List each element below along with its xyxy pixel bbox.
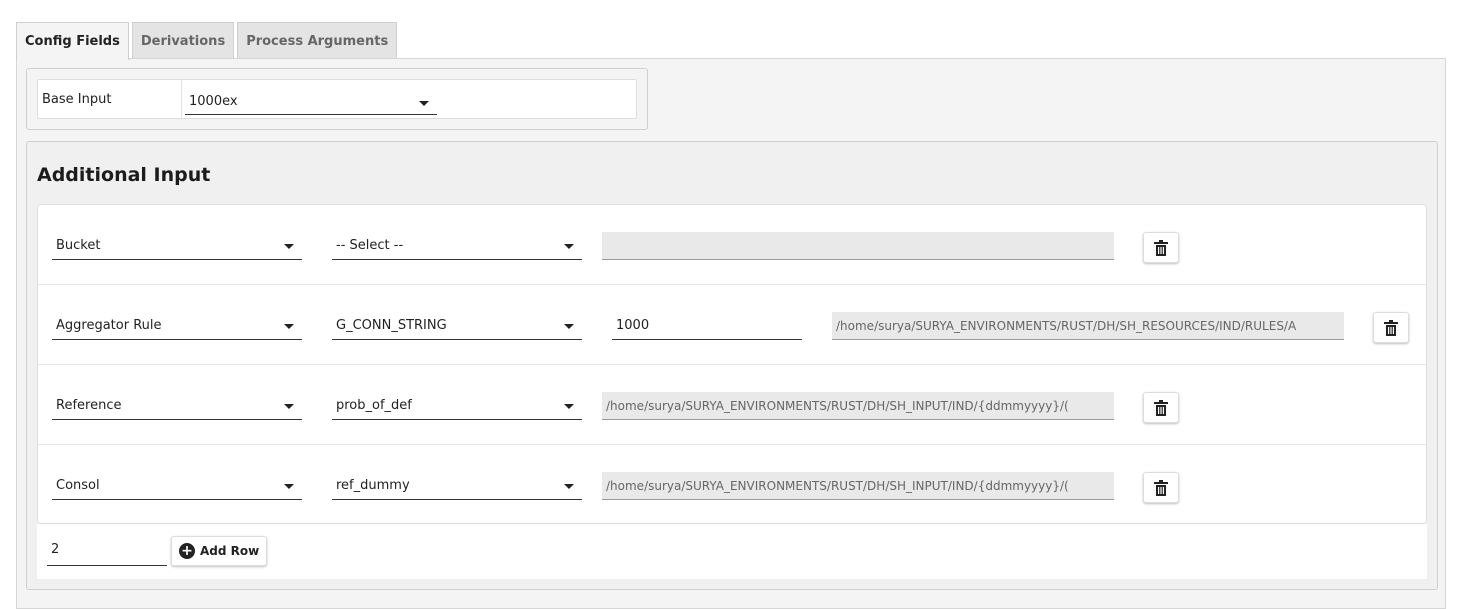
trash-icon bbox=[1154, 399, 1168, 416]
row-count-input[interactable]: 2 bbox=[47, 534, 167, 566]
delete-row-button[interactable] bbox=[1373, 312, 1409, 343]
section-title: Additional Input bbox=[37, 164, 211, 186]
row-type-value: Bucket bbox=[56, 238, 101, 253]
trash-icon bbox=[1154, 239, 1168, 256]
row-type-value: Reference bbox=[56, 398, 122, 413]
trash-icon bbox=[1384, 319, 1398, 336]
row-type-select[interactable]: Reference bbox=[52, 392, 302, 420]
tab-process-arguments[interactable]: Process Arguments bbox=[237, 22, 398, 59]
row-source-value: G_CONN_STRING bbox=[336, 318, 447, 333]
caret-down-icon bbox=[419, 101, 429, 106]
row-type-select[interactable]: Bucket bbox=[52, 232, 302, 260]
base-input-select[interactable]: 1000ex bbox=[185, 89, 437, 115]
divider bbox=[181, 80, 182, 120]
row-source-select[interactable]: prob_of_def bbox=[332, 392, 582, 420]
add-row-button[interactable]: + Add Row bbox=[171, 536, 268, 566]
tab-bar: Config Fields Derivations Process Argume… bbox=[16, 22, 400, 60]
add-row-bar: 2 + Add Row bbox=[37, 524, 1427, 579]
config-fields-panel: Base Input 1000ex Additional Input Bucke… bbox=[16, 58, 1446, 609]
input-row: Aggregator Rule G_CONN_STRING 1000 /home… bbox=[38, 285, 1426, 365]
base-input-label: Base Input bbox=[42, 92, 112, 107]
row-source-value: -- Select -- bbox=[336, 238, 404, 253]
caret-down-icon bbox=[564, 324, 574, 329]
caret-down-icon bbox=[284, 484, 294, 489]
base-input-row: Base Input 1000ex bbox=[37, 79, 637, 120]
input-row: Reference prob_of_def /home/surya/SURYA_… bbox=[38, 365, 1426, 445]
tab-config-fields[interactable]: Config Fields bbox=[16, 22, 129, 60]
row-value-input[interactable]: 1000 bbox=[612, 312, 802, 340]
delete-row-button[interactable] bbox=[1143, 232, 1179, 263]
caret-down-icon bbox=[564, 484, 574, 489]
row-type-value: Aggregator Rule bbox=[56, 318, 162, 333]
row-path-field[interactable]: /home/surya/SURYA_ENVIRONMENTS/RUST/DH/S… bbox=[832, 312, 1344, 340]
caret-down-icon bbox=[284, 244, 294, 249]
row-source-select[interactable]: G_CONN_STRING bbox=[332, 312, 582, 340]
row-source-select[interactable]: -- Select -- bbox=[332, 232, 582, 260]
delete-row-button[interactable] bbox=[1143, 392, 1179, 423]
caret-down-icon bbox=[284, 324, 294, 329]
caret-down-icon bbox=[564, 244, 574, 249]
input-row: Bucket -- Select -- bbox=[38, 205, 1426, 285]
row-source-value: prob_of_def bbox=[336, 398, 412, 413]
add-row-label: Add Row bbox=[200, 544, 260, 558]
additional-input-section: Additional Input Bucket -- Select -- Agg… bbox=[26, 141, 1438, 590]
row-type-value: Consol bbox=[56, 478, 100, 493]
caret-down-icon bbox=[284, 404, 294, 409]
delete-row-button[interactable] bbox=[1143, 472, 1179, 503]
caret-down-icon bbox=[564, 404, 574, 409]
input-rows-list: Bucket -- Select -- Aggregator Rule G_CO… bbox=[37, 204, 1427, 524]
row-path-field[interactable]: /home/surya/SURYA_ENVIRONMENTS/RUST/DH/S… bbox=[602, 472, 1114, 500]
trash-icon bbox=[1154, 479, 1168, 496]
row-type-select[interactable]: Aggregator Rule bbox=[52, 312, 302, 340]
row-path-field[interactable]: /home/surya/SURYA_ENVIRONMENTS/RUST/DH/S… bbox=[602, 392, 1114, 420]
row-path-field[interactable] bbox=[602, 232, 1114, 260]
plus-circle-icon: + bbox=[179, 543, 195, 559]
row-source-value: ref_dummy bbox=[336, 478, 410, 493]
input-row: Consol ref_dummy /home/surya/SURYA_ENVIR… bbox=[38, 445, 1426, 525]
row-source-select[interactable]: ref_dummy bbox=[332, 472, 582, 500]
tab-derivations[interactable]: Derivations bbox=[131, 22, 235, 59]
base-input-value: 1000ex bbox=[189, 94, 238, 109]
base-input-group: Base Input 1000ex bbox=[26, 68, 648, 130]
row-type-select[interactable]: Consol bbox=[52, 472, 302, 500]
